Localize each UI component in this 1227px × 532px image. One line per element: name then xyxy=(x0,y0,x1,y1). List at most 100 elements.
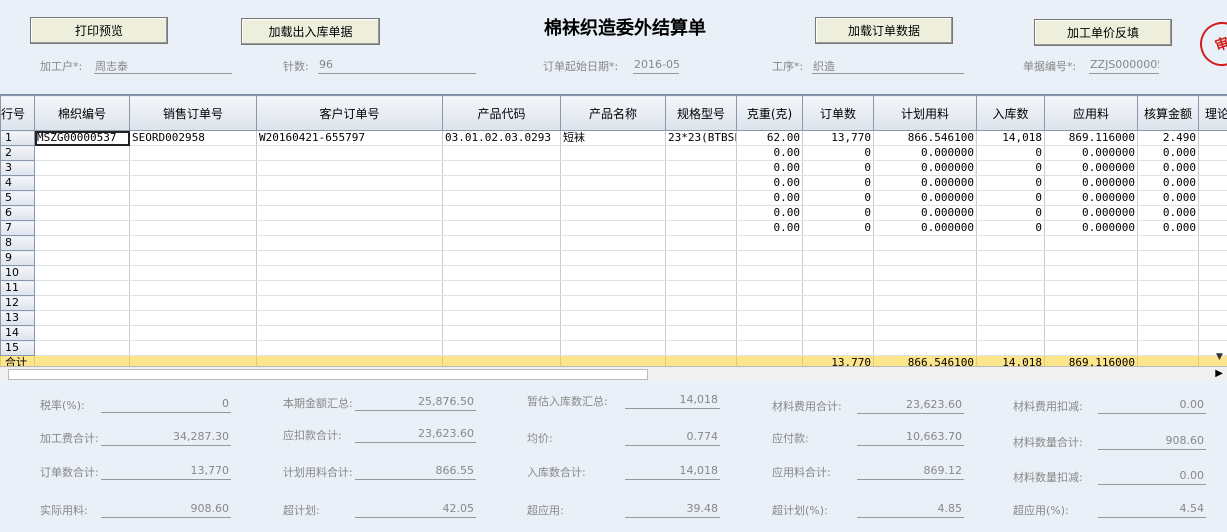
table-cell[interactable] xyxy=(802,325,874,341)
doc-no-input[interactable]: ZZJS0000005 xyxy=(1089,58,1159,74)
table-cell[interactable] xyxy=(1044,280,1138,296)
table-cell[interactable]: 0.000 xyxy=(1137,145,1199,161)
table-cell[interactable] xyxy=(665,220,737,236)
table-cell[interactable] xyxy=(736,250,803,266)
table-cell[interactable]: 13,770 xyxy=(802,130,874,146)
scroll-right-icon[interactable]: ▶ xyxy=(1215,368,1223,379)
table-cell[interactable] xyxy=(129,145,257,161)
summary-value[interactable]: 908.60 xyxy=(101,502,231,518)
table-cell[interactable]: 0 xyxy=(1198,205,1227,221)
summary-value[interactable]: 23,623.60 xyxy=(355,427,476,443)
table-cell[interactable] xyxy=(442,235,561,251)
table-cell[interactable] xyxy=(802,265,874,281)
table-cell[interactable] xyxy=(560,160,666,176)
table-cell[interactable] xyxy=(129,340,257,356)
table-cell[interactable] xyxy=(256,205,443,221)
table-cell[interactable] xyxy=(1044,235,1138,251)
table-cell[interactable] xyxy=(1198,310,1227,326)
table-cell[interactable] xyxy=(736,280,803,296)
table-cell[interactable]: 0.000 xyxy=(1137,175,1199,191)
column-header[interactable]: 产品代码 xyxy=(442,95,561,131)
table-cell[interactable] xyxy=(873,325,977,341)
table-cell[interactable] xyxy=(1137,340,1199,356)
table-cell[interactable] xyxy=(665,175,737,191)
table-cell[interactable] xyxy=(802,280,874,296)
table-cell[interactable] xyxy=(129,280,257,296)
table-cell[interactable] xyxy=(34,280,130,296)
table-cell[interactable] xyxy=(34,325,130,341)
table-cell[interactable]: 0.00 xyxy=(736,145,803,161)
table-cell[interactable]: 0.000000 xyxy=(873,205,977,221)
summary-value[interactable]: 14,018 xyxy=(625,393,720,409)
table-cell[interactable] xyxy=(129,325,257,341)
table-cell[interactable] xyxy=(976,295,1045,311)
table-cell[interactable] xyxy=(736,235,803,251)
column-header[interactable]: 客户订单号 xyxy=(256,95,443,131)
table-cell[interactable] xyxy=(1198,250,1227,266)
summary-value[interactable]: 908.60 xyxy=(1098,434,1206,450)
table-cell[interactable]: 866.546100 xyxy=(873,130,977,146)
table-cell[interactable]: 0 xyxy=(802,220,874,236)
table-cell[interactable] xyxy=(1198,235,1227,251)
table-cell[interactable] xyxy=(560,145,666,161)
table-cell[interactable] xyxy=(665,160,737,176)
table-cell[interactable]: 0.000000 xyxy=(873,175,977,191)
table-cell[interactable] xyxy=(34,145,130,161)
summary-value[interactable]: 42.05 xyxy=(355,502,476,518)
table-cell[interactable]: 0.000000 xyxy=(873,145,977,161)
summary-value[interactable]: 10,663.70 xyxy=(857,430,964,446)
table-cell[interactable] xyxy=(442,220,561,236)
table-cell[interactable] xyxy=(976,340,1045,356)
table-cell[interactable] xyxy=(129,250,257,266)
column-header[interactable]: 核算金额 xyxy=(1137,95,1199,131)
table-cell[interactable]: SEORD002958 xyxy=(129,130,257,146)
table-cell[interactable] xyxy=(560,355,666,366)
table-cell[interactable] xyxy=(34,265,130,281)
table-cell[interactable] xyxy=(256,265,443,281)
table-cell[interactable] xyxy=(34,175,130,191)
table-cell[interactable]: 0.00 xyxy=(736,190,803,206)
table-cell[interactable]: 0.00 xyxy=(736,205,803,221)
table-cell[interactable]: 0 xyxy=(802,205,874,221)
table-cell[interactable] xyxy=(34,235,130,251)
table-cell[interactable] xyxy=(1137,265,1199,281)
table-cell[interactable]: 0 xyxy=(1198,175,1227,191)
table-cell[interactable] xyxy=(442,310,561,326)
table-cell[interactable] xyxy=(1137,235,1199,251)
table-cell[interactable]: 2.490 xyxy=(1137,130,1199,146)
table-cell[interactable] xyxy=(802,295,874,311)
table-cell[interactable]: 0 xyxy=(976,175,1045,191)
table-cell[interactable] xyxy=(129,310,257,326)
table-cell[interactable]: 0 xyxy=(976,205,1045,221)
scroll-down-icon[interactable]: ▼ xyxy=(1216,352,1223,362)
table-cell[interactable] xyxy=(442,160,561,176)
table-cell[interactable] xyxy=(976,235,1045,251)
table-cell[interactable] xyxy=(129,175,257,191)
table-cell[interactable] xyxy=(873,295,977,311)
table-cell[interactable] xyxy=(1198,265,1227,281)
processor-input[interactable]: 周志泰 xyxy=(94,58,232,74)
table-cell[interactable]: 0 xyxy=(976,145,1045,161)
table-cell[interactable]: 0 xyxy=(802,145,874,161)
load-orders-button[interactable]: 加载订单数据 xyxy=(815,17,953,44)
table-cell[interactable]: 0 xyxy=(802,190,874,206)
table-cell[interactable] xyxy=(256,340,443,356)
table-cell[interactable]: 0.000 xyxy=(1137,190,1199,206)
table-cell[interactable] xyxy=(34,205,130,221)
table-cell[interactable]: 0.000 xyxy=(1137,220,1199,236)
table-cell[interactable] xyxy=(560,310,666,326)
table-cell[interactable] xyxy=(256,310,443,326)
table-cell[interactable] xyxy=(34,190,130,206)
table-cell[interactable] xyxy=(129,205,257,221)
table-cell[interactable]: 0.00 xyxy=(736,220,803,236)
table-cell[interactable] xyxy=(736,265,803,281)
table-cell[interactable] xyxy=(256,325,443,341)
table-cell[interactable] xyxy=(1044,250,1138,266)
table-cell[interactable] xyxy=(129,265,257,281)
table-cell[interactable] xyxy=(256,280,443,296)
table-cell[interactable]: 03.01.02.03.0293 xyxy=(442,130,561,146)
table-cell[interactable] xyxy=(442,325,561,341)
summary-value[interactable]: 34,287.30 xyxy=(101,430,231,446)
table-cell[interactable] xyxy=(560,295,666,311)
summary-value[interactable]: 13,770 xyxy=(101,464,231,480)
